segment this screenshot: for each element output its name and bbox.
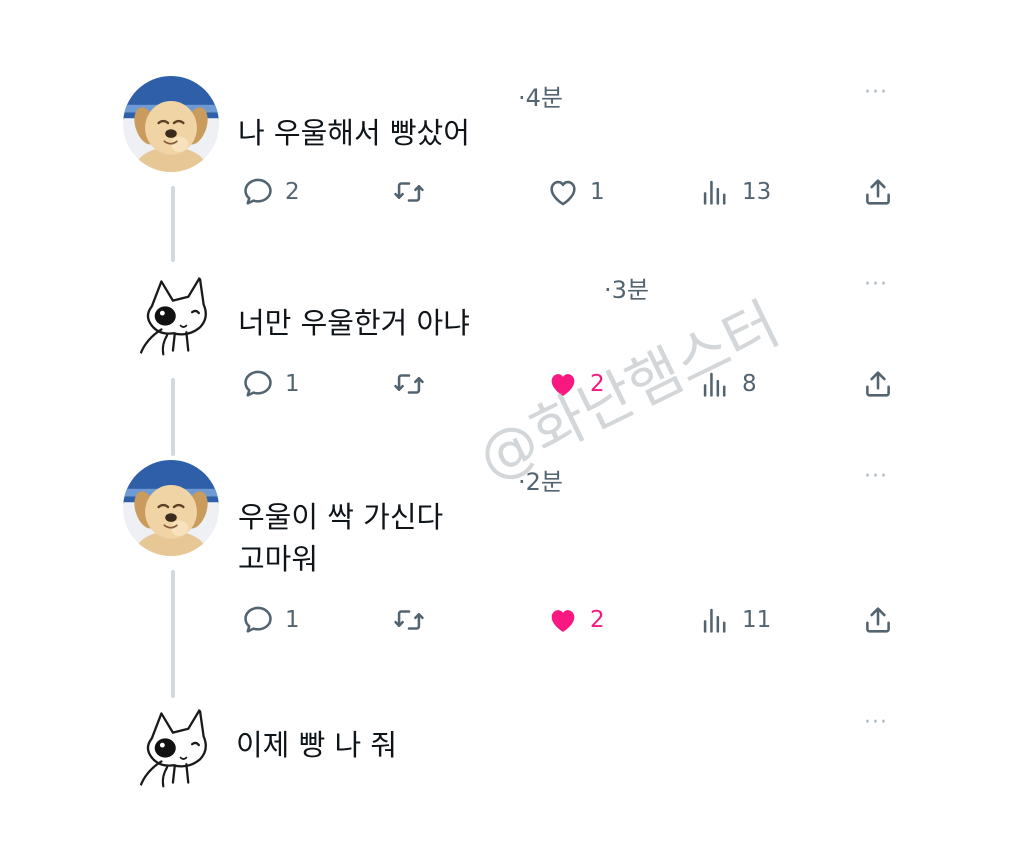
like-icon — [546, 175, 580, 209]
views-icon — [698, 175, 732, 209]
like-icon-filled — [546, 367, 580, 401]
thread-connector — [171, 378, 175, 456]
tweet-timestamp[interactable]: ·3분 — [604, 270, 649, 305]
avatar[interactable] — [123, 700, 219, 796]
tweet-text: 이제 빵 나 줘 — [236, 728, 398, 762]
tweet-text: 나 우울해서 빵샀어 — [238, 116, 470, 150]
thread-connector — [171, 570, 175, 698]
share-button[interactable] — [861, 364, 895, 404]
reply-button[interactable]: 2 — [241, 172, 300, 212]
retweet-icon — [392, 603, 426, 637]
cat-avatar-image — [123, 700, 219, 796]
reply-icon — [241, 175, 275, 209]
views-count: 8 — [742, 371, 757, 397]
share-button[interactable] — [861, 600, 895, 640]
more-icon[interactable]: ··· — [864, 466, 888, 488]
like-button[interactable]: 1 — [546, 172, 605, 212]
retweet-icon — [392, 367, 426, 401]
views-count: 13 — [742, 179, 772, 205]
views-icon — [698, 603, 732, 637]
thread-connector — [171, 186, 175, 262]
like-button[interactable]: 2 — [546, 600, 605, 640]
like-button[interactable]: 2 — [546, 364, 605, 404]
puppy-avatar-image — [123, 76, 219, 172]
views-icon — [698, 367, 732, 401]
more-icon[interactable]: ··· — [864, 712, 888, 734]
like-icon-filled — [546, 603, 580, 637]
share-icon — [861, 175, 895, 209]
reply-icon — [241, 367, 275, 401]
puppy-avatar-image — [123, 460, 219, 556]
reply-button[interactable]: 1 — [241, 600, 300, 640]
avatar[interactable] — [123, 460, 219, 556]
avatar[interactable] — [123, 76, 219, 172]
reply-button[interactable]: 1 — [241, 364, 300, 404]
views-button[interactable]: 13 — [698, 172, 771, 212]
tweet-timestamp[interactable]: ·2분 — [518, 462, 563, 497]
reply-count: 1 — [285, 371, 300, 397]
share-icon — [861, 367, 895, 401]
reply-count: 2 — [285, 179, 300, 205]
views-button[interactable]: 8 — [698, 364, 757, 404]
like-count: 1 — [590, 179, 605, 205]
share-icon — [861, 603, 895, 637]
more-icon[interactable]: ··· — [864, 82, 888, 104]
like-count: 2 — [590, 371, 605, 397]
share-button[interactable] — [861, 172, 895, 212]
retweet-icon — [392, 175, 426, 209]
cat-avatar-image — [123, 268, 219, 364]
tweet-timestamp[interactable]: ·4분 — [518, 78, 563, 113]
retweet-button[interactable] — [392, 600, 436, 640]
conversation-thread: ·4분 ··· 나 우울해서 빵샀어 2 1 13 ·3분 ··· 너만 우울한… — [0, 0, 1024, 866]
like-count: 2 — [590, 607, 605, 633]
retweet-button[interactable] — [392, 364, 436, 404]
more-icon[interactable]: ··· — [864, 274, 888, 296]
reply-count: 1 — [285, 607, 300, 633]
avatar[interactable] — [123, 268, 219, 364]
retweet-button[interactable] — [392, 172, 436, 212]
tweet-text: 너만 우울한거 아냐 — [238, 306, 470, 340]
reply-icon — [241, 603, 275, 637]
views-count: 11 — [742, 607, 772, 633]
tweet-text: 우울이 싹 가신다 고마워 — [238, 500, 444, 576]
views-button[interactable]: 11 — [698, 600, 771, 640]
